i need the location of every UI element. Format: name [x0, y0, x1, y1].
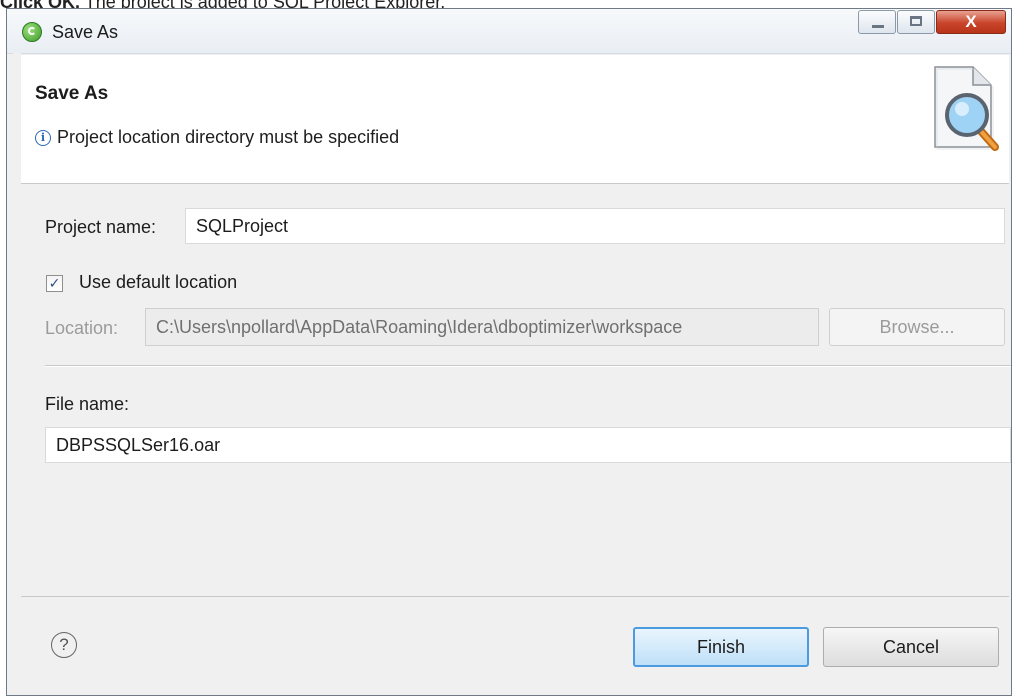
maximize-button[interactable] [897, 10, 935, 34]
dialog-content: Project name: SQLProject ✓ Use default l… [21, 184, 1011, 596]
dialog-left-edge [13, 53, 21, 598]
use-default-location-checkbox[interactable]: ✓ [46, 275, 63, 292]
help-icon[interactable]: ? [51, 632, 77, 658]
location-input[interactable]: C:\Users\npollard\AppData\Roaming\Idera\… [145, 308, 819, 346]
finish-button[interactable]: Finish [633, 627, 809, 667]
use-default-location-label: Use default location [79, 272, 238, 292]
banner-message: Project location directory must be speci… [57, 127, 400, 147]
wizard-banner: Save As i Project location directory mus… [21, 55, 1009, 184]
browse-button[interactable]: Browse... [829, 308, 1005, 346]
save-as-dialog: Save As X Save As i Project location dir… [6, 8, 1012, 696]
project-name-label: Project name: [45, 217, 157, 237]
title-bar[interactable]: Save As X [7, 9, 1011, 54]
document-search-icon [934, 66, 999, 151]
banner-message-row: i Project location directory must be spe… [35, 127, 399, 148]
footer-separator [21, 596, 1009, 597]
file-name-label: File name: [45, 394, 130, 414]
close-button[interactable]: X [936, 10, 1006, 34]
checkmark-icon: ✓ [48, 275, 61, 291]
window-controls: X [857, 10, 1006, 38]
banner-title: Save As [35, 83, 109, 104]
close-icon: X [965, 12, 977, 31]
minimize-button[interactable] [858, 10, 896, 34]
location-label: Location: [45, 318, 119, 338]
file-name-input[interactable]: DBPSSQLSer16.oar [45, 427, 1011, 463]
app-icon [22, 22, 42, 42]
form-separator [45, 365, 1011, 367]
cancel-button[interactable]: Cancel [823, 627, 999, 667]
window-title: Save As [52, 22, 119, 42]
info-icon: i [35, 129, 51, 146]
project-name-input[interactable]: SQLProject [185, 208, 1005, 244]
